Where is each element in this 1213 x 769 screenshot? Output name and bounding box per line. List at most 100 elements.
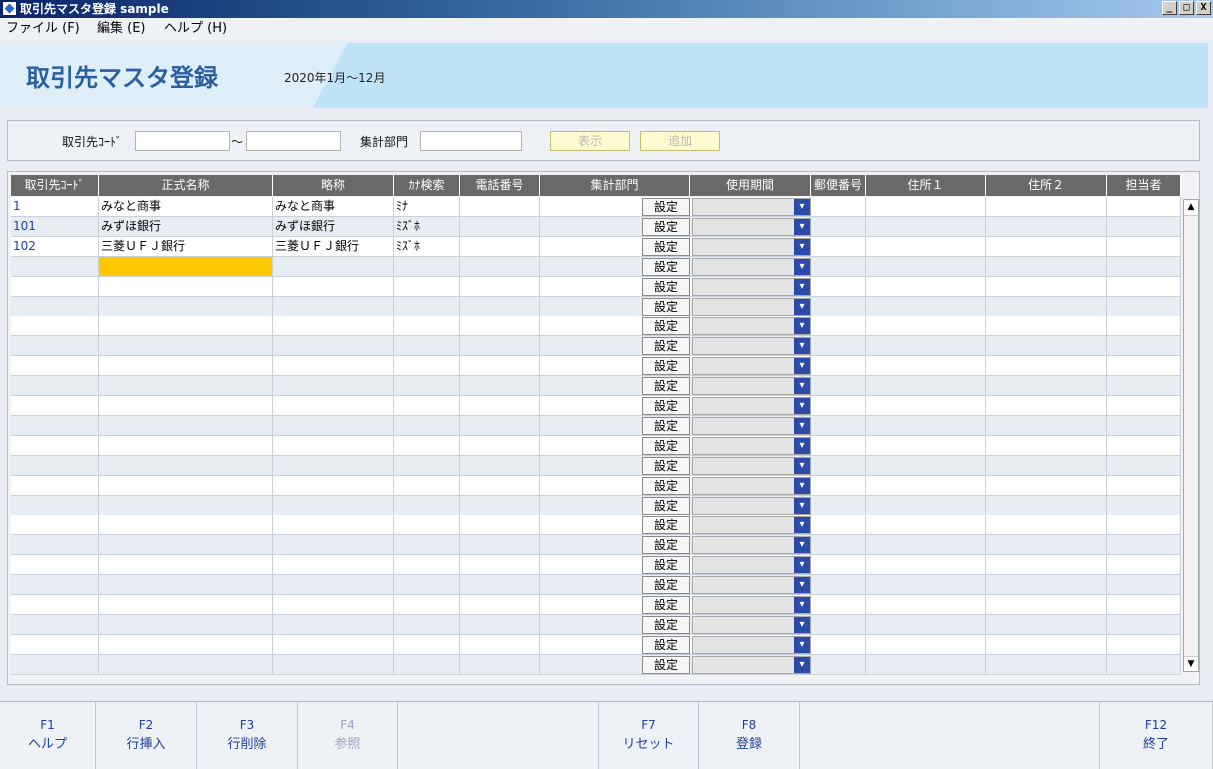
cell-address2[interactable] — [986, 634, 1107, 655]
cell-code[interactable] — [11, 336, 99, 357]
chevron-down-icon[interactable]: ▾ — [794, 437, 810, 454]
cell-code[interactable] — [11, 356, 99, 377]
scroll-up-icon[interactable]: ▲ — [1184, 200, 1198, 214]
cell-code[interactable] — [11, 435, 99, 456]
cell-short-name[interactable] — [273, 415, 394, 436]
cell-phone[interactable] — [460, 316, 540, 337]
cell-phone[interactable] — [460, 555, 540, 576]
fkey-f12[interactable]: F12 終了 — [1100, 702, 1213, 769]
cell-address1[interactable] — [866, 336, 986, 357]
fkey-f2[interactable]: F2 行挿入 — [96, 702, 197, 769]
cell-address1[interactable] — [866, 535, 986, 556]
cell-formal-name[interactable] — [99, 316, 273, 337]
cell-code[interactable] — [11, 455, 99, 476]
menu-edit[interactable]: 編集 (E) — [97, 21, 146, 37]
period-dropdown[interactable]: ▾ — [692, 496, 811, 515]
period-dropdown[interactable]: ▾ — [692, 277, 811, 296]
chevron-down-icon[interactable]: ▾ — [794, 497, 810, 514]
period-dropdown[interactable]: ▾ — [692, 635, 811, 654]
cell-postal[interactable] — [811, 276, 866, 297]
cell-phone[interactable] — [460, 435, 540, 456]
scroll-track[interactable] — [1184, 215, 1198, 657]
cell-staff[interactable] — [1107, 595, 1181, 615]
cell-code[interactable] — [11, 296, 99, 317]
fkey-f8[interactable]: F8 登録 — [699, 702, 800, 769]
cell-code[interactable] — [11, 276, 99, 297]
cell-phone[interactable] — [460, 654, 540, 675]
cell-phone[interactable] — [460, 296, 540, 317]
cell-code[interactable] — [11, 376, 99, 397]
cell-address1[interactable] — [866, 475, 986, 496]
chevron-down-icon[interactable]: ▾ — [794, 597, 810, 613]
cell-short-name[interactable] — [273, 495, 394, 516]
period-dropdown[interactable]: ▾ — [692, 476, 811, 495]
period-dropdown[interactable]: ▾ — [692, 297, 811, 316]
period-dropdown[interactable]: ▾ — [692, 536, 811, 555]
period-dropdown[interactable]: ▾ — [692, 237, 811, 256]
cell-address2[interactable] — [986, 495, 1107, 516]
cell-staff[interactable] — [1107, 515, 1181, 536]
scroll-down-icon[interactable]: ▼ — [1184, 657, 1198, 671]
show-button[interactable]: 表示 — [550, 131, 630, 151]
cell-phone[interactable] — [460, 515, 540, 536]
maximize-button[interactable]: □ — [1179, 1, 1194, 15]
cell-staff[interactable] — [1107, 415, 1181, 436]
chevron-down-icon[interactable]: ▾ — [794, 656, 810, 673]
cell-formal-name[interactable] — [99, 256, 273, 277]
vertical-scrollbar[interactable]: ▲ ▼ — [1183, 199, 1199, 672]
cell-code[interactable] — [11, 415, 99, 436]
cell-postal[interactable] — [811, 296, 866, 317]
cell-address1[interactable] — [866, 435, 986, 456]
cell-formal-name[interactable] — [99, 575, 273, 596]
cell-formal-name[interactable] — [99, 595, 273, 615]
cell-address1[interactable] — [866, 555, 986, 576]
chevron-down-icon[interactable]: ▾ — [794, 477, 810, 494]
cell-kana-search[interactable] — [394, 316, 460, 337]
cell-address2[interactable] — [986, 316, 1107, 337]
cell-kana-search[interactable]: ﾐｽﾞﾎ — [394, 216, 460, 237]
cell-address1[interactable] — [866, 654, 986, 675]
cell-staff[interactable] — [1107, 575, 1181, 596]
chevron-down-icon[interactable]: ▾ — [794, 378, 810, 395]
cell-staff[interactable] — [1107, 276, 1181, 297]
cell-formal-name[interactable] — [99, 515, 273, 536]
cell-formal-name[interactable] — [99, 336, 273, 357]
cell-formal-name[interactable] — [99, 356, 273, 377]
period-dropdown[interactable]: ▾ — [692, 257, 811, 276]
cell-staff[interactable] — [1107, 614, 1181, 635]
chevron-down-icon[interactable]: ▾ — [794, 358, 810, 375]
cell-address2[interactable] — [986, 216, 1107, 237]
cell-code[interactable] — [11, 614, 99, 635]
cell-short-name[interactable] — [273, 535, 394, 556]
cell-phone[interactable] — [460, 634, 540, 655]
chevron-down-icon[interactable]: ▾ — [794, 298, 810, 315]
cell-phone[interactable] — [460, 415, 540, 436]
cell-kana-search[interactable]: ﾐｽﾞﾎ — [394, 236, 460, 257]
cell-code[interactable] — [11, 654, 99, 675]
add-button[interactable]: 追加 — [640, 131, 720, 151]
cell-postal[interactable] — [811, 435, 866, 456]
cell-staff[interactable] — [1107, 197, 1181, 217]
cell-short-name[interactable] — [273, 376, 394, 397]
cell-address2[interactable] — [986, 475, 1107, 496]
set-button[interactable]: 設定 — [642, 456, 690, 475]
cell-address1[interactable] — [866, 256, 986, 277]
period-dropdown[interactable]: ▾ — [692, 615, 811, 634]
set-button[interactable]: 設定 — [642, 317, 690, 336]
cell-kana-search[interactable] — [394, 475, 460, 496]
cell-phone[interactable] — [460, 216, 540, 237]
cell-short-name[interactable]: みずほ銀行 — [273, 216, 394, 237]
cell-formal-name[interactable] — [99, 535, 273, 556]
cell-address1[interactable] — [866, 515, 986, 536]
cell-address2[interactable] — [986, 415, 1107, 436]
cell-address2[interactable] — [986, 356, 1107, 377]
cell-phone[interactable] — [460, 256, 540, 277]
set-button[interactable]: 設定 — [642, 416, 690, 435]
period-dropdown[interactable]: ▾ — [692, 416, 811, 435]
window-titlebar[interactable]: 取引先マスタ登録 sample _ □ X — [0, 0, 1213, 18]
chevron-down-icon[interactable]: ▾ — [794, 199, 810, 215]
cell-kana-search[interactable] — [394, 296, 460, 317]
chevron-down-icon[interactable]: ▾ — [794, 577, 810, 594]
set-button[interactable]: 設定 — [642, 536, 690, 555]
code-from-input[interactable] — [135, 131, 230, 151]
